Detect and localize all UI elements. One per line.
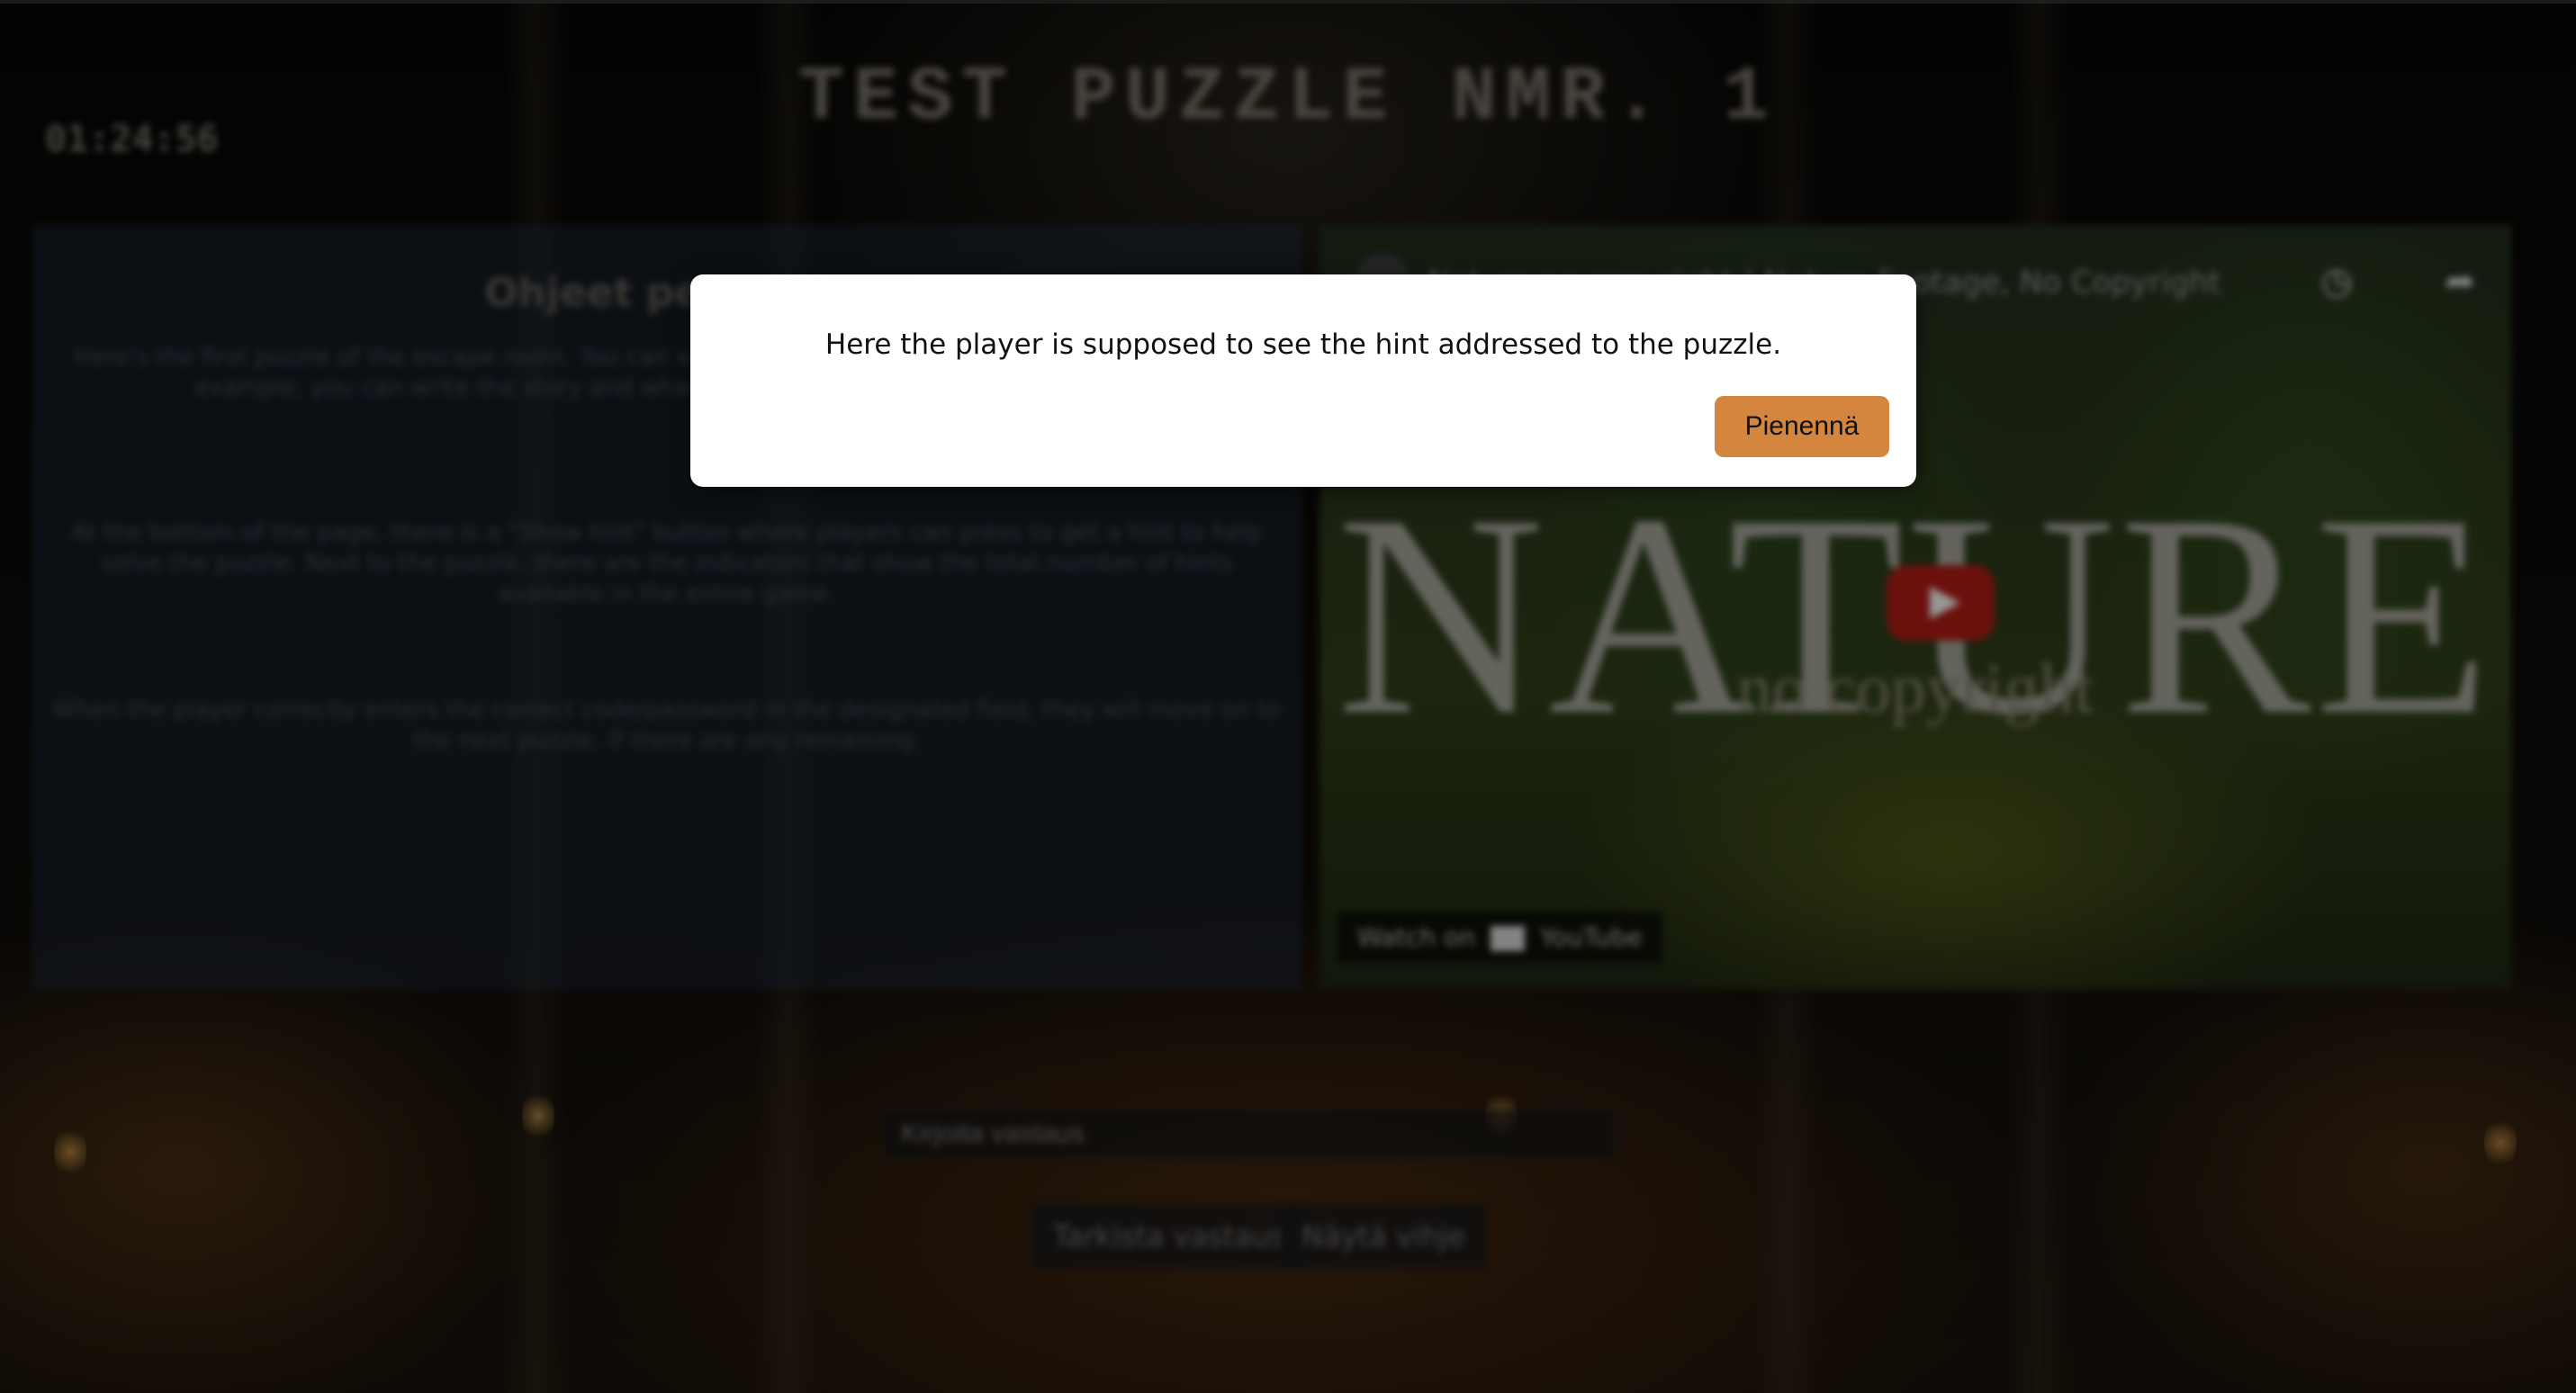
modal-backdrop[interactable] [0,0,2576,1393]
minimize-button[interactable]: Pienennä [1715,396,1889,457]
hint-modal: Here the player is supposed to see the h… [690,274,1916,487]
hint-text: Here the player is supposed to see the h… [824,328,1782,361]
